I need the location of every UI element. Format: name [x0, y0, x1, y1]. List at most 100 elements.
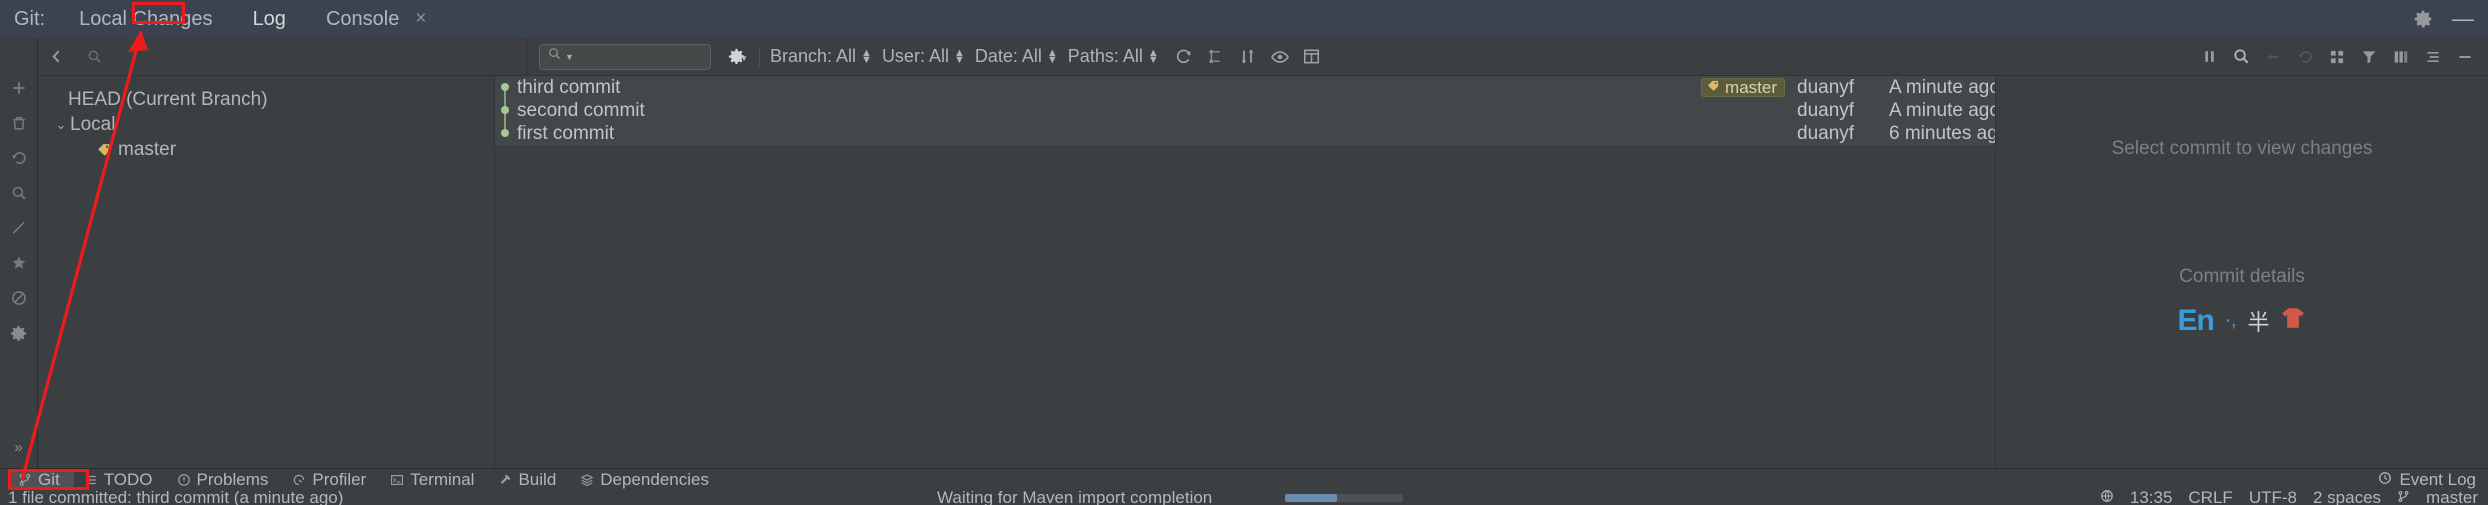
search-icon[interactable]: [9, 183, 29, 203]
commit-graph-node: [501, 83, 509, 99]
commit-date: 6 minutes ago: [1889, 122, 1995, 144]
settings-gear-icon[interactable]: [9, 323, 29, 343]
indent-setting[interactable]: 2 spaces: [2313, 490, 2381, 505]
ref-label-master[interactable]: master: [1701, 78, 1785, 97]
tool-window-label: Problems: [196, 469, 269, 489]
tree-row-label: master: [118, 138, 177, 160]
search-input[interactable]: ▼: [539, 43, 711, 70]
table-row[interactable]: second commit duanyf A minute ago: [495, 99, 1995, 122]
refresh-button[interactable]: [1169, 42, 1199, 72]
star-icon[interactable]: [9, 253, 29, 273]
status-right: 13:35 CRLF UTF-8 2 spaces master: [2100, 490, 2488, 505]
ime-width-mode[interactable]: 半: [2247, 305, 2269, 337]
settings-list-button[interactable]: [2418, 42, 2448, 72]
git-tab-bar: Git: Local Changes Log Console × —: [0, 0, 2488, 42]
paths-filter[interactable]: Paths: All ▲ ▼: [1068, 46, 1159, 67]
revert-button: [2290, 42, 2320, 72]
ime-indicator: En ·, 半: [2178, 304, 2307, 338]
more-actions-icon[interactable]: »: [14, 439, 22, 456]
tab-log[interactable]: Log: [247, 5, 292, 42]
commit-list: third commit master duanyf A minute ago …: [495, 76, 1995, 468]
tool-window-bar: Git TODO Problems Profiler Terminal Buil…: [0, 468, 2488, 491]
updown-icon: ▲ ▼: [1147, 47, 1159, 66]
rollback-icon[interactable]: [9, 148, 29, 168]
trash-icon[interactable]: [9, 113, 29, 133]
tab-console[interactable]: Console: [320, 5, 405, 34]
tool-window-dependencies[interactable]: Dependencies: [570, 469, 723, 491]
commit-author: duanyf: [1797, 122, 1855, 144]
intellisort-button[interactable]: [1233, 42, 1263, 72]
terminal-icon: [391, 474, 404, 485]
pause-button[interactable]: [2194, 42, 2224, 72]
background-task-text: Waiting for Maven import completion: [937, 490, 1213, 505]
branch-tag-icon: [1706, 78, 1720, 98]
table-row[interactable]: third commit master duanyf A minute ago: [495, 76, 1995, 99]
tool-window-profiler[interactable]: Profiler: [282, 469, 380, 491]
gear-icon[interactable]: [2412, 8, 2434, 30]
user-filter-label: User: All: [881, 46, 949, 66]
event-log-label[interactable]: Event Log: [2399, 470, 2476, 490]
ime-language[interactable]: En: [2178, 304, 2215, 338]
chevron-down-icon[interactable]: ⌄: [52, 117, 70, 133]
tree-row-master[interactable]: master: [38, 137, 494, 162]
updown-icon: ▲ ▼: [1046, 47, 1058, 66]
date-filter[interactable]: Date: All ▲ ▼: [975, 46, 1058, 67]
circle-slash-icon[interactable]: [9, 288, 29, 308]
tree-search-icon[interactable]: [74, 48, 114, 65]
show-diff-preview-button[interactable]: [1297, 42, 1327, 72]
toolbar-right-actions: [2194, 42, 2488, 72]
tool-window-label: Dependencies: [600, 469, 709, 489]
diff-icon[interactable]: [9, 218, 29, 238]
tree-row-label: HEAD (Current Branch): [68, 88, 268, 110]
hide-window-button[interactable]: [2450, 42, 2480, 72]
tab-local-changes[interactable]: Local Changes: [73, 5, 218, 34]
group-by-button[interactable]: [2322, 42, 2352, 72]
current-branch[interactable]: master: [2426, 490, 2478, 505]
tool-window-problems[interactable]: Problems: [167, 469, 283, 491]
tool-window-terminal[interactable]: Terminal: [380, 469, 488, 491]
layout-button[interactable]: [2386, 42, 2416, 72]
minus-icon[interactable]: —: [2452, 6, 2474, 32]
commit-message: third commit: [517, 76, 621, 98]
branch-icon: [2397, 490, 2410, 505]
close-console-icon[interactable]: ×: [415, 8, 426, 30]
ime-punctuation[interactable]: ·,: [2225, 310, 2237, 332]
show-details-button[interactable]: [1265, 42, 1295, 72]
profiler-icon: [294, 474, 305, 485]
branch-icon: [19, 473, 31, 486]
tool-window-todo[interactable]: TODO: [74, 469, 167, 491]
shirt-icon[interactable]: [2280, 306, 2306, 336]
event-log-icon[interactable]: [2378, 470, 2392, 490]
tree-row-label: Local: [70, 113, 116, 135]
branch-tag-icon: [96, 142, 112, 158]
hammer-icon: [501, 474, 511, 484]
globe-icon[interactable]: [2100, 490, 2114, 505]
presentation-settings-gear-icon[interactable]: ▼: [723, 47, 749, 66]
tool-window-label: Git: [38, 469, 60, 489]
progress-bar: [1285, 493, 1403, 502]
tool-window-git[interactable]: Git: [8, 468, 74, 491]
layers-icon: [580, 473, 594, 486]
paths-filter-label: Paths: All: [1067, 46, 1143, 66]
git-log-tool-window: Git: Local Changes Log Console × — » ▼ ▼…: [0, 0, 2488, 505]
tree-row-local[interactable]: ⌄ Local: [38, 112, 494, 137]
filter-funnel-button[interactable]: [2354, 42, 2384, 72]
tab-bar-actions: —: [2412, 6, 2488, 32]
back-icon[interactable]: [38, 48, 74, 65]
branch-filter[interactable]: Branch: All ▲ ▼: [770, 46, 872, 67]
tree-row-head[interactable]: HEAD (Current Branch): [38, 87, 494, 112]
chevron-down-icon[interactable]: ▼: [565, 52, 574, 62]
chevron-down-icon: ▼: [740, 54, 748, 63]
commit-message: first commit: [517, 122, 615, 144]
collapse-graph-button[interactable]: [1201, 42, 1231, 72]
branch-filter-label: Branch: All: [770, 46, 857, 66]
commit-details-title: Commit details: [2179, 266, 2305, 287]
line-separator[interactable]: CRLF: [2188, 490, 2232, 505]
table-row[interactable]: first commit duanyf 6 minutes ago: [495, 122, 1995, 145]
add-icon[interactable]: [9, 78, 29, 98]
encoding[interactable]: UTF-8: [2249, 490, 2297, 505]
tool-window-build[interactable]: Build: [488, 469, 570, 491]
user-filter[interactable]: User: All ▲ ▼: [882, 46, 965, 67]
find-button[interactable]: [2226, 42, 2256, 72]
branch-tree-panel: HEAD (Current Branch) ⌄ Local master: [38, 76, 495, 468]
